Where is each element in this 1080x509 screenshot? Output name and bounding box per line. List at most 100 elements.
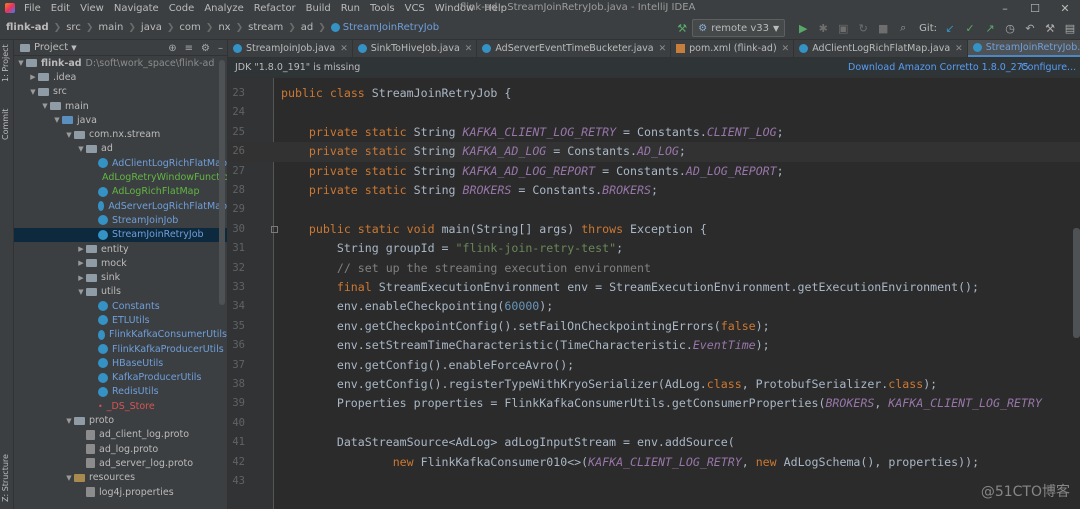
tree-item-class[interactable]: HBaseUtils xyxy=(14,356,227,370)
code-text[interactable]: public class StreamJoinRetryJob { xyxy=(281,84,511,103)
tree-item-src[interactable]: ▼ src xyxy=(14,85,227,99)
code-text[interactable]: env.getConfig().enableForceAvro(); xyxy=(281,356,574,375)
menu-view[interactable]: View xyxy=(75,3,109,14)
close-icon[interactable]: ✕ xyxy=(782,44,790,54)
tab-pom-xml[interactable]: pom.xml (flink-ad) ✕ xyxy=(671,40,795,57)
fold-marker-icon[interactable] xyxy=(271,225,278,233)
run-config-select[interactable]: ⚙ remote v33 ▼ xyxy=(692,19,786,37)
chevron-down-icon[interactable]: ▼ xyxy=(52,116,62,124)
tab-structure-tool[interactable]: Z: Structure xyxy=(1,454,10,502)
tree-item-class[interactable]: RedisUtils xyxy=(14,385,227,399)
close-button[interactable]: ✕ xyxy=(1050,0,1080,16)
chevron-down-icon[interactable]: ▼ xyxy=(28,88,38,96)
breadcrumb-item[interactable]: nx xyxy=(218,22,230,33)
tree-item-idea[interactable]: ▶ .idea xyxy=(14,70,227,84)
code-text[interactable]: private static String BROKERS = Constant… xyxy=(281,181,658,200)
tree-item-class[interactable]: StreamJoinJob xyxy=(14,213,227,227)
tab-sinktohivejob[interactable]: SinkToHiveJob.java ✕ xyxy=(353,40,478,57)
close-icon[interactable]: ✕ xyxy=(340,44,348,54)
code-text[interactable]: String groupId = "flink-join-retry-test"… xyxy=(281,239,623,258)
hammer-build-icon[interactable]: ⚒ xyxy=(673,19,691,37)
code-text[interactable]: public static void main(String[] args) t… xyxy=(281,220,707,239)
code-line[interactable]: 25 private static String KAFKA_CLIENT_LO… xyxy=(228,123,1080,142)
code-text[interactable]: new FlinkKafkaConsumer010<>(KAFKA_CLIENT… xyxy=(281,453,979,472)
tree-item-class[interactable]: AdLogRetryWindowFunction xyxy=(14,170,227,184)
tree-item-file[interactable]: ad_server_log.proto xyxy=(14,456,227,470)
chevron-down-icon[interactable]: ▼ xyxy=(64,131,74,139)
code-line[interactable]: 34 env.enableCheckpointing(60000); xyxy=(228,297,1080,316)
code-line[interactable]: 31 String groupId = "flink-join-retry-te… xyxy=(228,239,1080,258)
chevron-down-icon[interactable]: ▼ xyxy=(71,44,76,52)
tree-item-entity[interactable]: ▶ entity xyxy=(14,242,227,256)
chevron-right-icon[interactable]: ▶ xyxy=(28,73,38,81)
code-text[interactable]: final StreamExecutionEnvironment env = S… xyxy=(281,278,979,297)
tab-commit-tool[interactable]: Commit xyxy=(1,109,10,140)
code-line[interactable]: 41 DataStreamSource<AdLog> adLogInputStr… xyxy=(228,433,1080,452)
download-jdk-link[interactable]: Download Amazon Corretto 1.8.0_275 xyxy=(848,62,1029,73)
menu-code[interactable]: Code xyxy=(164,3,200,14)
code-line[interactable]: 39 Properties properties = FlinkKafkaCon… xyxy=(228,394,1080,413)
git-update-icon[interactable]: ↙ xyxy=(941,19,959,37)
tree-item-file[interactable]: • _DS_Store xyxy=(14,399,227,413)
code-text[interactable]: DataStreamSource<AdLog> adLogInputStream… xyxy=(281,433,735,452)
close-icon[interactable]: ✕ xyxy=(465,44,473,54)
code-line[interactable]: 29 xyxy=(228,200,1080,219)
tree-item-class[interactable]: ETLUtils xyxy=(14,313,227,327)
tree-item-class[interactable]: AdLogRichFlatMap xyxy=(14,185,227,199)
breadcrumb-item[interactable]: java xyxy=(141,22,162,33)
code-text[interactable]: env.getCheckpointConfig().setFailOnCheck… xyxy=(281,317,770,336)
code-line[interactable]: 36 env.setStreamTimeCharacteristic(TimeC… xyxy=(228,336,1080,355)
gear-icon[interactable]: ⚙ xyxy=(201,43,210,54)
menu-analyze[interactable]: Analyze xyxy=(199,3,248,14)
tree-item-flink-ad[interactable]: ▼ flink-ad D:\soft\work_space\flink-ad xyxy=(14,56,227,70)
menu-file[interactable]: File xyxy=(19,3,46,14)
tree-item-file[interactable]: ad_client_log.proto xyxy=(14,428,227,442)
code-text[interactable]: // set up the streaming execution enviro… xyxy=(281,259,651,278)
project-panel-title[interactable]: Project xyxy=(34,42,68,53)
menu-navigate[interactable]: Navigate xyxy=(109,3,164,14)
tab-adservereventtimebucketer[interactable]: AdServerEventTimeBucketer.java ✕ xyxy=(477,40,672,57)
search-everywhere-icon[interactable]: ⌕ xyxy=(894,19,912,37)
chevron-right-icon[interactable]: ▶ xyxy=(76,245,86,253)
project-structure-icon[interactable]: ▤ xyxy=(1061,19,1079,37)
coverage-icon[interactable]: ▣ xyxy=(834,19,852,37)
hide-icon[interactable]: – xyxy=(218,43,223,54)
editor-scrollbar[interactable] xyxy=(1073,228,1080,338)
code-line[interactable]: 42 new FlinkKafkaConsumer010<>(KAFKA_CLI… xyxy=(228,453,1080,472)
locate-icon[interactable]: ⊕ xyxy=(168,43,176,54)
chevron-down-icon[interactable]: ▼ xyxy=(16,59,26,67)
git-push-icon[interactable]: ↗ xyxy=(981,19,999,37)
code-editor[interactable]: 23 public class StreamJoinRetryJob {24 25 … xyxy=(228,78,1080,509)
close-icon[interactable]: ✕ xyxy=(659,44,667,54)
menu-build[interactable]: Build xyxy=(301,3,336,14)
profile-icon[interactable]: ↻ xyxy=(854,19,872,37)
tree-item-class[interactable]: Constants xyxy=(14,299,227,313)
tab-adclientlogrichflatmap[interactable]: AdClientLogRichFlatMap.java ✕ xyxy=(794,40,968,57)
tree-item-class[interactable]: KafkaProducerUtils xyxy=(14,371,227,385)
tree-item-class[interactable]: AdServerLogRichFlatMap xyxy=(14,199,227,213)
configure-link[interactable]: Configure... xyxy=(1021,62,1076,73)
tab-streamjoinjob[interactable]: StreamJoinJob.java ✕ xyxy=(228,40,353,57)
collapse-all-icon[interactable]: ≡ xyxy=(185,43,193,54)
git-commit-icon[interactable]: ✓ xyxy=(961,19,979,37)
code-line[interactable]: 24 xyxy=(228,103,1080,122)
tree-item-file[interactable]: log4j.properties xyxy=(14,485,227,499)
tree-item-main[interactable]: ▼ main xyxy=(14,99,227,113)
breadcrumb-item[interactable]: flink-ad xyxy=(6,22,49,33)
code-line[interactable]: 28 private static String BROKERS = Const… xyxy=(228,181,1080,200)
tree-item-sink[interactable]: ▶ sink xyxy=(14,270,227,284)
code-text[interactable]: env.getConfig().registerTypeWithKryoSeri… xyxy=(281,375,937,394)
menu-refactor[interactable]: Refactor xyxy=(249,3,301,14)
tree-item-file[interactable]: ad_log.proto xyxy=(14,442,227,456)
maximize-button[interactable]: ☐ xyxy=(1020,0,1050,16)
code-line[interactable]: 26 private static String KAFKA_AD_LOG = … xyxy=(228,142,1080,162)
tree-item-resources[interactable]: ▼ resources xyxy=(14,471,227,485)
code-line[interactable]: 40 xyxy=(228,414,1080,433)
code-line[interactable]: 32 // set up the streaming execution env… xyxy=(228,259,1080,278)
code-line[interactable]: 27 private static String KAFKA_AD_LOG_RE… xyxy=(228,162,1080,181)
chevron-down-icon[interactable]: ▼ xyxy=(76,288,86,296)
code-text[interactable]: Properties properties = FlinkKafkaConsum… xyxy=(281,394,1042,413)
tree-item-utils[interactable]: ▼ utils xyxy=(14,285,227,299)
tree-item-class[interactable]: AdClientLogRichFlatMap xyxy=(14,156,227,170)
code-line[interactable]: 38 env.getConfig().registerTypeWithKryoS… xyxy=(228,375,1080,394)
